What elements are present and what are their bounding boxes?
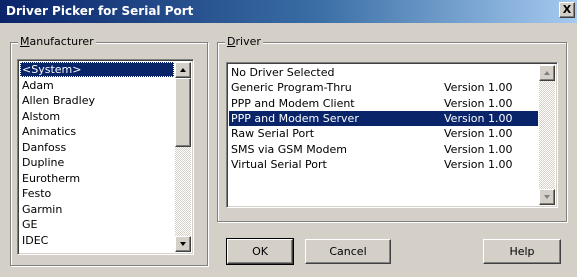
driver-item-version: Version 1.00 xyxy=(444,81,513,95)
help-button[interactable]: Help xyxy=(483,239,561,264)
ok-button[interactable]: OK xyxy=(226,238,294,265)
driver-item-name: No Driver Selected xyxy=(231,66,335,79)
manufacturer-scroll-down-button[interactable] xyxy=(175,236,191,252)
driver-list-item[interactable]: Virtual Serial Port Version 1.00 xyxy=(229,157,538,172)
arrow-down-icon xyxy=(180,242,186,246)
manufacturer-list-item[interactable]: GE xyxy=(20,217,174,232)
driver-list-item[interactable]: PPP and Modem Server Version 1.00 xyxy=(229,110,538,126)
manufacturer-item-label: Garmin xyxy=(22,202,63,216)
driver-item-name: PPP and Modem Client xyxy=(231,96,355,110)
manufacturer-item-label: Festo xyxy=(22,187,52,200)
driver-list[interactable]: No Driver Selected Generic Program-Thru Ve… xyxy=(226,62,558,208)
manufacturer-item-label: <System> xyxy=(22,63,82,76)
driver-item-version: Version 1.00 xyxy=(444,142,513,156)
manufacturer-list-item[interactable]: Adam xyxy=(20,78,174,93)
manufacturer-item-label: Danfoss xyxy=(22,140,67,154)
manufacturer-list-item[interactable]: Animatics xyxy=(20,124,174,139)
manufacturer-list-item[interactable]: Allen Bradley xyxy=(20,93,174,108)
driver-item-name: Virtual Serial Port xyxy=(231,157,327,171)
manufacturer-item-label: Eurotherm xyxy=(22,171,81,185)
manufacturer-list-item[interactable]: IDEC xyxy=(20,233,174,248)
manufacturer-list-item[interactable]: Dupline xyxy=(20,155,174,170)
driver-scroll-track[interactable] xyxy=(539,81,555,189)
window-title: Driver Picker for Serial Port xyxy=(6,4,194,18)
arrow-up-icon xyxy=(180,68,186,72)
manufacturer-item-label: Dupline xyxy=(22,156,65,169)
driver-list-item[interactable]: Raw Serial Port Version 1.00 xyxy=(229,126,538,141)
arrow-down-icon xyxy=(544,195,550,199)
driver-item-name: PPP and Modem Server xyxy=(231,111,359,125)
close-icon: X xyxy=(562,3,572,16)
manufacturer-scroll-up-button[interactable] xyxy=(175,62,191,78)
manufacturer-item-label: Alstom xyxy=(22,109,61,123)
driver-scroll-down-button[interactable] xyxy=(539,189,555,205)
driver-scroll-up-button[interactable] xyxy=(539,65,555,81)
driver-item-version: Version 1.00 xyxy=(444,157,513,171)
manufacturer-list-item[interactable]: Danfoss xyxy=(20,140,174,155)
cancel-button[interactable]: Cancel xyxy=(305,239,391,264)
driver-list-item[interactable]: Generic Program-Thru Version 1.00 xyxy=(229,80,538,95)
driver-item-name: SMS via GSM Modem xyxy=(231,142,347,156)
manufacturer-item-label: Animatics xyxy=(22,125,77,138)
driver-list-item[interactable]: No Driver Selected xyxy=(229,65,538,80)
driver-list-item[interactable]: PPP and Modem Client Version 1.00 xyxy=(229,96,538,111)
manufacturer-list-item[interactable]: Garmin xyxy=(20,202,174,217)
driver-list-item[interactable]: SMS via GSM Modem Version 1.00 xyxy=(229,142,538,157)
manufacturer-list-item[interactable]: Eurotherm xyxy=(20,171,174,186)
manufacturer-item-label: Allen Bradley xyxy=(22,94,95,107)
manufacturer-list-item[interactable]: Alstom xyxy=(20,109,174,124)
manufacturer-item-label: IDEC xyxy=(22,233,49,247)
close-button[interactable]: X xyxy=(559,2,575,18)
driver-group-label: Driver xyxy=(225,35,263,48)
manufacturer-list[interactable]: <System> Adam Allen Bradley Alstom Animatics… xyxy=(17,59,194,255)
manufacturer-list-item[interactable]: Festo xyxy=(20,186,174,201)
manufacturer-group-label: Manufacturer xyxy=(18,35,96,48)
title-bar: Driver Picker for Serial Port X xyxy=(0,0,577,23)
driver-item-version: Version 1.00 xyxy=(444,96,513,110)
manufacturer-item-label: GE xyxy=(22,218,38,231)
manufacturer-list-item[interactable]: <System> xyxy=(20,62,174,77)
driver-item-version: Version 1.00 xyxy=(444,127,513,141)
driver-item-name: Raw Serial Port xyxy=(231,127,315,141)
manufacturer-item-label: Adam xyxy=(22,78,54,92)
driver-item-name: Generic Program-Thru xyxy=(231,81,352,95)
manufacturer-scroll-thumb[interactable] xyxy=(175,78,191,147)
arrow-up-icon xyxy=(544,71,550,75)
driver-item-version: Version 1.00 xyxy=(444,111,513,125)
